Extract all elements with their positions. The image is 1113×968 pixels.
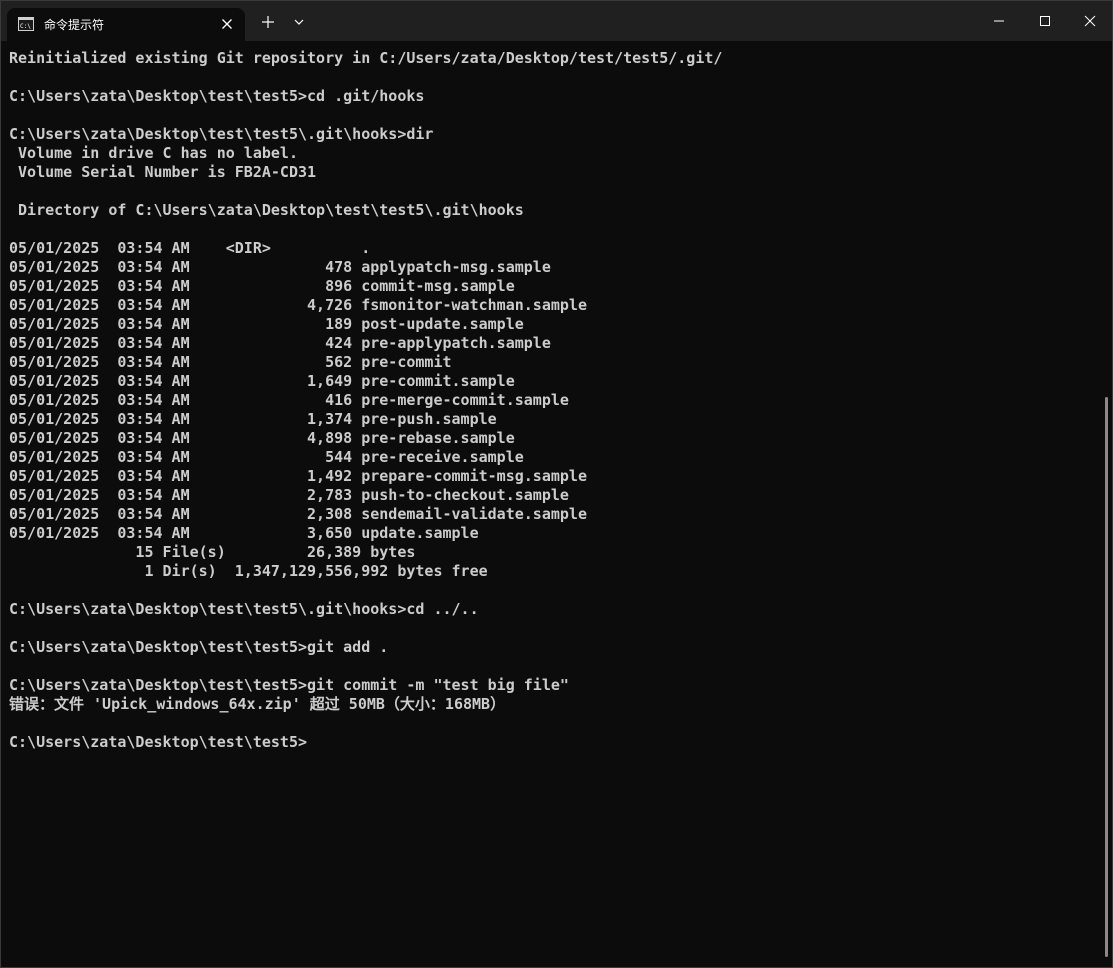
- tab-title: 命令提示符: [44, 18, 105, 32]
- terminal-line: C:\Users\zata\Desktop\test\test5\.git\ho…: [9, 125, 434, 143]
- terminal-line: 15 File(s) 26,389 bytes: [9, 543, 416, 561]
- terminal-line: 05/01/2025 03:54 AM <DIR> .: [9, 239, 371, 257]
- terminal-line: 05/01/2025 03:54 AM 1,374 pre-push.sampl…: [9, 410, 497, 428]
- terminal-line: 05/01/2025 03:54 AM 416 pre-merge-commit…: [9, 391, 569, 409]
- terminal-line: 05/01/2025 03:54 AM 3,650 update.sample: [9, 524, 479, 542]
- minimize-button[interactable]: [976, 1, 1022, 41]
- terminal-line: C:\Users\zata\Desktop\test\test5>: [9, 733, 308, 751]
- close-tab-icon[interactable]: [219, 16, 235, 32]
- scrollbar[interactable]: [1105, 397, 1108, 957]
- terminal-line: C:\Users\zata\Desktop\test\test5>cd .git…: [9, 87, 425, 105]
- minimize-icon: [994, 20, 1004, 22]
- terminal-line: 05/01/2025 03:54 AM 896 commit-msg.sampl…: [9, 277, 515, 295]
- terminal-line: 1 Dir(s) 1,347,129,556,992 bytes free: [9, 562, 488, 580]
- maximize-button[interactable]: [1022, 1, 1068, 41]
- terminal-window: C:\ 命令提示符 Reinitialized existing Git rep…: [0, 0, 1113, 968]
- terminal-line: Directory of C:\Users\zata\Desktop\test\…: [9, 201, 524, 219]
- terminal-line: 05/01/2025 03:54 AM 1,649 pre-commit.sam…: [9, 372, 515, 390]
- new-tab-plus-icon[interactable]: [260, 14, 276, 30]
- maximize-icon: [1040, 16, 1050, 26]
- terminal-line: 05/01/2025 03:54 AM 1,492 prepare-commit…: [9, 467, 587, 485]
- close-icon: [1084, 15, 1096, 27]
- terminal-line: 05/01/2025 03:54 AM 189 post-update.samp…: [9, 315, 524, 333]
- terminal-line: 错误：文件 'Upick_windows_64x.zip' 超过 50MB（大小…: [9, 695, 506, 713]
- terminal-area[interactable]: Reinitialized existing Git repository in…: [1, 41, 1112, 967]
- tab-command-prompt[interactable]: C:\ 命令提示符: [7, 8, 245, 41]
- terminal-line: 05/01/2025 03:54 AM 2,308 sendemail-vali…: [9, 505, 587, 523]
- cmd-icon: C:\: [18, 17, 34, 31]
- terminal-line: Reinitialized existing Git repository in…: [9, 49, 723, 67]
- terminal-line: 05/01/2025 03:54 AM 544 pre-receive.samp…: [9, 448, 524, 466]
- terminal-line: 05/01/2025 03:54 AM 562 pre-commit: [9, 353, 452, 371]
- terminal-line: 05/01/2025 03:54 AM 4,726 fsmonitor-watc…: [9, 296, 587, 314]
- terminal-line: 05/01/2025 03:54 AM 424 pre-applypatch.s…: [9, 334, 551, 352]
- terminal-output: Reinitialized existing Git repository in…: [9, 49, 722, 752]
- title-bar[interactable]: C:\ 命令提示符: [1, 1, 1112, 41]
- terminal-line: Volume in drive C has no label.: [9, 144, 298, 162]
- chevron-down-icon[interactable]: [292, 16, 306, 28]
- terminal-line: C:\Users\zata\Desktop\test\test5>git add…: [9, 638, 389, 656]
- svg-text:C:\: C:\: [20, 23, 31, 30]
- terminal-line: 05/01/2025 03:54 AM 478 applypatch-msg.s…: [9, 258, 551, 276]
- terminal-line: C:\Users\zata\Desktop\test\test5>git com…: [9, 676, 569, 694]
- terminal-line: 05/01/2025 03:54 AM 4,898 pre-rebase.sam…: [9, 429, 515, 447]
- close-window-button[interactable]: [1067, 1, 1112, 41]
- terminal-line: Volume Serial Number is FB2A-CD31: [9, 163, 317, 181]
- terminal-line: 05/01/2025 03:54 AM 2,783 push-to-checko…: [9, 486, 569, 504]
- terminal-line: C:\Users\zata\Desktop\test\test5\.git\ho…: [9, 600, 479, 618]
